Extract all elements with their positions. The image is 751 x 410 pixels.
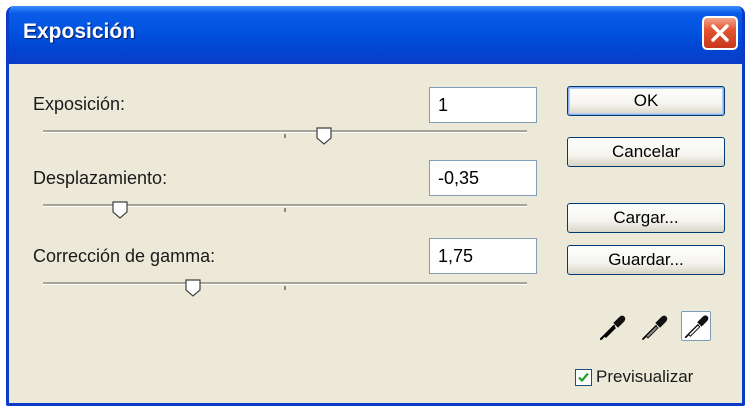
load-button[interactable]: Cargar...: [567, 203, 725, 233]
gamma-input[interactable]: 1,75: [429, 238, 537, 274]
gamma-label: Corrección de gamma:: [33, 246, 216, 266]
offset-slider-center-tick: [284, 208, 286, 212]
black-point-eyedropper-button[interactable]: [597, 312, 627, 342]
exposure-label: Exposición:: [33, 94, 126, 114]
offset-slider-thumb[interactable]: [112, 201, 129, 219]
offset-input[interactable]: -0,35: [429, 160, 537, 196]
preview-label[interactable]: Previsualizar: [596, 367, 693, 387]
exposure-slider-track[interactable]: [43, 130, 527, 138]
save-button[interactable]: Guardar...: [567, 245, 725, 275]
gamma-slider-center-tick: [284, 286, 286, 290]
white-point-eyedropper-icon: [684, 315, 709, 339]
close-icon: [711, 24, 729, 42]
title-bar[interactable]: Exposición: [9, 6, 742, 64]
exposure-slider-thumb[interactable]: [316, 127, 332, 145]
close-button[interactable]: [702, 16, 738, 50]
gray-point-eyedropper-icon: [642, 315, 668, 340]
gamma-slider-thumb[interactable]: [185, 279, 201, 297]
gray-point-eyedropper-button[interactable]: [639, 312, 669, 342]
preview-checkbox[interactable]: [575, 369, 592, 386]
dialog-title: Exposición: [23, 20, 136, 43]
exposure-slider-center-tick: [284, 134, 286, 138]
checkmark-icon: [578, 372, 589, 383]
exposure-input[interactable]: 1: [429, 87, 537, 123]
gamma-slider-track[interactable]: [43, 282, 527, 290]
ok-button[interactable]: OK: [567, 86, 725, 116]
white-point-eyedropper-button[interactable]: [681, 311, 711, 341]
offset-label: Desplazamiento:: [33, 168, 168, 188]
cancel-button[interactable]: Cancelar: [567, 137, 725, 167]
black-point-eyedropper-icon: [599, 315, 626, 341]
exposure-dialog: Exposición Exposición: 1 Desplazamiento:…: [6, 6, 745, 406]
